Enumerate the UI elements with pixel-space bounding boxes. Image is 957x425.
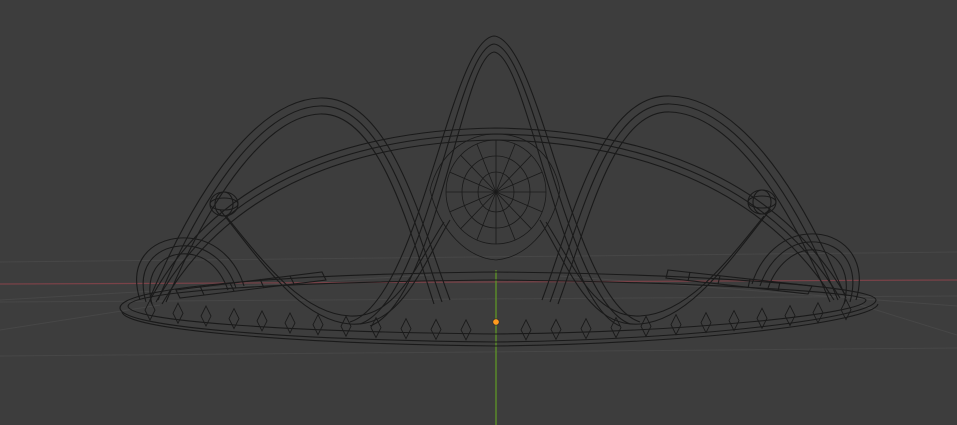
- band-gem: [284, 311, 296, 334]
- center-gem[interactable]: [429, 133, 561, 261]
- left-knot: [209, 191, 239, 217]
- band-gem: [340, 315, 352, 338]
- band-gem: [460, 318, 472, 341]
- viewport-canvas[interactable]: [0, 0, 957, 425]
- grid-line: [859, 304, 957, 336]
- lower-loops[interactable]: [219, 209, 771, 325]
- grid-line: [0, 347, 957, 357]
- tiara-mesh[interactable]: [119, 35, 879, 347]
- grid-line: [0, 295, 957, 303]
- band-gem: [670, 313, 682, 336]
- band-gem: [144, 299, 156, 322]
- band-gem: [256, 309, 268, 332]
- grid-line: [0, 304, 161, 331]
- grid-line: [0, 274, 431, 301]
- left-swoop[interactable]: [149, 97, 451, 305]
- 3d-viewport[interactable]: [0, 0, 957, 425]
- band-gem: [756, 307, 768, 330]
- band-gem: [430, 318, 442, 341]
- gem-rays: [446, 140, 546, 244]
- object-origin-dot[interactable]: [492, 318, 500, 326]
- band-gem: [312, 313, 324, 336]
- band-gem: [520, 318, 532, 341]
- center-arch[interactable]: [149, 127, 847, 305]
- band-gem: [400, 317, 412, 340]
- band-gem: [550, 318, 562, 341]
- band-gem: [700, 311, 712, 334]
- right-knot: [747, 189, 777, 215]
- band-gem: [580, 317, 592, 340]
- band-gem: [728, 309, 740, 332]
- floor-grid: [0, 251, 957, 357]
- band-gem: [640, 315, 652, 338]
